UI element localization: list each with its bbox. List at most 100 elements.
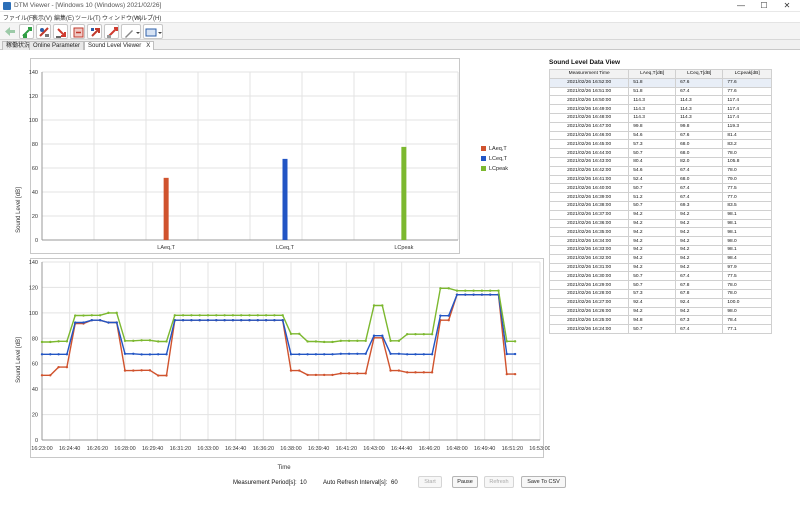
table-cell: 77.1: [722, 324, 772, 334]
series-point-lcpeak: [356, 339, 359, 343]
refresh-button[interactable]: Refresh: [484, 476, 514, 488]
table-row[interactable]: 2021/02/26 16:43:00 80.4 82.0 105.8: [548, 156, 772, 167]
table-cell: 2021/02/26 16:46:00: [548, 130, 630, 141]
table-cell: 94.2: [628, 253, 677, 264]
table-cell: 98.1: [722, 244, 772, 255]
table-cell: 81.4: [722, 130, 772, 141]
table-row[interactable]: 2021/02/26 16:30:00 50.7 67.4 77.5: [548, 271, 772, 282]
table-cell: 94.8: [628, 315, 677, 326]
table-cell: 2021/02/26 16:32:00: [548, 253, 630, 264]
minimize-button[interactable]: —: [730, 0, 752, 12]
table-header-cell[interactable]: LCpeak[dB]: [722, 69, 772, 79]
table-row[interactable]: 2021/02/26 16:28:00 57.3 67.8 78.0: [548, 288, 772, 299]
table-row[interactable]: 2021/02/26 16:42:00 54.6 67.4 78.0: [548, 165, 772, 176]
back-button[interactable]: [2, 24, 17, 39]
table-row[interactable]: 2021/02/26 16:46:00 54.6 67.6 81.4: [548, 130, 772, 141]
legend-laeq-label: LAeq,T: [489, 146, 507, 152]
line-chart-ytick: 140: [29, 260, 38, 266]
menu-view[interactable]: 表示(V): [32, 13, 52, 22]
sound-level-table: Measurement Time LAeq,T[dB] LCeq,T[dB] LCpe…: [548, 69, 772, 334]
menu-file[interactable]: ファイル(F): [3, 13, 35, 22]
table-row[interactable]: 2021/02/26 16:26:00 94.2 94.2 98.0: [548, 306, 772, 317]
close-button[interactable]: ✕: [776, 0, 798, 12]
download-button[interactable]: [53, 24, 68, 39]
line-chart-xtick: 16:41:20: [336, 446, 357, 452]
series-point-lceqt: [157, 353, 160, 356]
series-point-lcpeak: [289, 332, 293, 336]
line-chart-xtick: 16:29:40: [142, 446, 163, 452]
table-row[interactable]: 2021/02/26 16:31:00 94.2 94.2 97.9: [548, 262, 772, 273]
maximize-button[interactable]: ☐: [753, 0, 775, 12]
table-row[interactable]: 2021/02/26 16:27:00 92.4 92.4 100.0: [548, 297, 772, 308]
series-point-lceqt: [215, 319, 218, 322]
series-line-lceqt: [42, 294, 516, 356]
table-cell: 94.2: [628, 218, 677, 229]
table-row[interactable]: 2021/02/26 16:35:00 94.2 94.2 98.1: [548, 227, 772, 238]
tab-online-parameter[interactable]: Online Parameter: [29, 41, 85, 50]
tab-bar: 稼働状況 Online Parameter Sound Level Viewer…: [0, 40, 800, 50]
period-label: Measurement Period[s]:: [233, 480, 297, 486]
export-button[interactable]: [70, 24, 85, 39]
menu-edit[interactable]: 編集(E): [54, 13, 74, 22]
connect-button[interactable]: [19, 24, 34, 39]
table-row[interactable]: 2021/02/26 16:45:00 57.3 68.0 83.2: [548, 139, 772, 150]
table-cell: 94.2: [628, 227, 677, 238]
table-row[interactable]: 2021/02/26 16:52:00 51.8 67.6 77.6: [548, 77, 772, 88]
bar-chart-ylabel: Sound Level [dB]: [16, 187, 22, 233]
table-row[interactable]: 2021/02/26 16:36:00 94.2 94.2 98.1: [548, 218, 772, 229]
table-row[interactable]: 2021/02/26 16:44:00 50.7 68.0 78.0: [548, 148, 772, 158]
table-row[interactable]: 2021/02/26 16:34:00 94.2 94.2 98.0: [548, 236, 772, 246]
table-cell: 77.0: [722, 192, 772, 202]
series-point-lcpeak: [198, 314, 201, 317]
table-header-cell[interactable]: LCeq,T[dB]: [675, 69, 724, 79]
table-row[interactable]: 2021/02/26 16:40:00 50.7 67.4 77.5: [548, 183, 772, 194]
upload-icon: [91, 28, 100, 37]
import-button[interactable]: [36, 24, 51, 39]
pen-dropdown-button[interactable]: [121, 24, 141, 39]
series-point-lcpeak: [223, 314, 226, 317]
menu-tools[interactable]: ツール(T): [75, 13, 101, 22]
table-row[interactable]: 2021/02/26 16:39:00 51.2 67.4 77.0: [548, 192, 772, 202]
series-point-lcpeak: [455, 289, 459, 292]
table-row[interactable]: 2021/02/26 16:51:00 51.8 67.4 77.6: [548, 86, 772, 97]
series-point-lceqt: [414, 353, 417, 356]
save-csv-button[interactable]: Save To CSV: [521, 476, 566, 488]
table-cell: 83.5: [722, 200, 772, 211]
bar-chart-ytick: 40: [32, 190, 38, 196]
start-button[interactable]: Start: [418, 476, 442, 488]
line-chart-xtick: 16:49:40: [474, 446, 495, 452]
series-point-lceqt: [140, 353, 143, 356]
table-cell: 67.6: [675, 130, 724, 141]
table-row[interactable]: 2021/02/26 16:48:00 114.3 114.3 117.4: [548, 112, 772, 123]
table-row[interactable]: 2021/02/26 16:32:00 94.2 94.2 98.4: [548, 253, 772, 264]
table-row[interactable]: 2021/02/26 16:49:00 114.3 114.3 117.4: [548, 104, 772, 114]
tab-close-icon[interactable]: X: [146, 43, 150, 49]
menu-help[interactable]: ヘルプ(H): [135, 13, 161, 22]
series-point-lceqt: [298, 353, 301, 356]
table-header-cell[interactable]: Measurement Time: [548, 69, 630, 79]
table-row[interactable]: 2021/02/26 16:50:00 114.3 114.3 117.4: [548, 95, 772, 106]
table-cell: 2021/02/26 16:50:00: [548, 95, 630, 106]
pause-button[interactable]: Pause: [452, 476, 478, 488]
table-row[interactable]: 2021/02/26 16:25:00 94.8 67.3 78.4: [548, 315, 772, 326]
table-cell: 2021/02/26 16:48:00: [548, 112, 630, 123]
upload-button[interactable]: [87, 24, 102, 39]
table-row[interactable]: 2021/02/26 16:29:00 50.7 67.8 78.0: [548, 280, 772, 290]
table-row[interactable]: 2021/02/26 16:33:00 94.2 94.2 98.1: [548, 244, 772, 255]
series-point-lcpeak: [513, 340, 517, 343]
table-cell: 83.2: [722, 139, 772, 150]
table-header-cell[interactable]: LAeq,T[dB]: [628, 69, 677, 79]
display-dropdown-button[interactable]: [143, 24, 163, 39]
series-point-lceqt: [248, 319, 251, 322]
table-row[interactable]: 2021/02/26 16:24:00 50.7 67.4 77.1: [548, 324, 772, 334]
bar-chart-ytick: 60: [32, 166, 38, 172]
tab-sound-level-viewer[interactable]: Sound Level Viewer X: [84, 41, 155, 50]
table-row[interactable]: 2021/02/26 16:38:00 50.7 69.3 83.5: [548, 200, 772, 211]
table-cell: 51.8: [628, 86, 677, 97]
settings-button[interactable]: [104, 24, 119, 39]
legend-lceq-label: LCeq,T: [489, 156, 508, 162]
table-row[interactable]: 2021/02/26 16:41:00 52.4 68.0 79.0: [548, 174, 772, 185]
table-row[interactable]: 2021/02/26 16:37:00 94.2 94.2 98.1: [548, 209, 772, 220]
table-row[interactable]: 2021/02/26 16:47:00 99.8 99.8 119.3: [548, 121, 772, 132]
series-point-laeqt: [339, 372, 342, 375]
